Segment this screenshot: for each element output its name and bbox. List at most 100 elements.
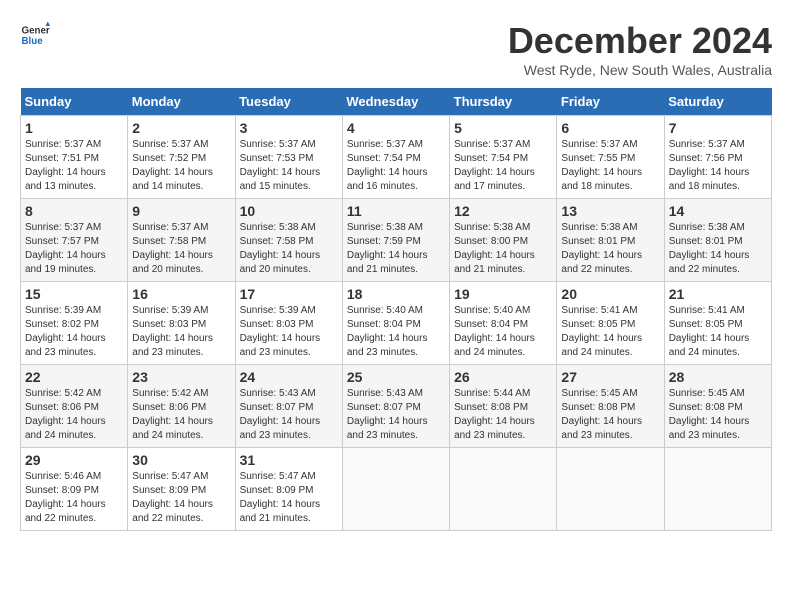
day-number: 3 bbox=[240, 120, 338, 136]
table-row: 2 Sunrise: 5:37 AM Sunset: 7:52 PM Daylig… bbox=[128, 116, 235, 199]
table-row bbox=[557, 448, 664, 531]
day-number: 10 bbox=[240, 203, 338, 219]
day-info: Sunrise: 5:42 AM Sunset: 8:06 PM Dayligh… bbox=[25, 387, 123, 443]
day-number: 18 bbox=[347, 286, 445, 302]
calendar-week-4: 22 Sunrise: 5:42 AM Sunset: 8:06 PM Dayli… bbox=[21, 365, 772, 448]
table-row: 24 Sunrise: 5:43 AM Sunset: 8:07 PM Dayli… bbox=[235, 365, 342, 448]
day-number: 22 bbox=[25, 369, 123, 385]
day-number: 6 bbox=[561, 120, 659, 136]
day-info: Sunrise: 5:37 AM Sunset: 7:51 PM Dayligh… bbox=[25, 138, 123, 194]
day-info: Sunrise: 5:44 AM Sunset: 8:08 PM Dayligh… bbox=[454, 387, 552, 443]
day-number: 1 bbox=[25, 120, 123, 136]
table-row: 28Sunrise: 5:45 AM Sunset: 8:08 PM Dayli… bbox=[664, 365, 771, 448]
table-row: 19 Sunrise: 5:40 AM Sunset: 8:04 PM Dayli… bbox=[450, 282, 557, 365]
table-row bbox=[342, 448, 449, 531]
table-row: 25 Sunrise: 5:43 AM Sunset: 8:07 PM Dayli… bbox=[342, 365, 449, 448]
table-row bbox=[450, 448, 557, 531]
day-number: 7 bbox=[669, 120, 767, 136]
svg-text:General: General bbox=[22, 26, 51, 37]
day-number: 20 bbox=[561, 286, 659, 302]
day-number: 26 bbox=[454, 369, 552, 385]
day-number: 9 bbox=[132, 203, 230, 219]
day-info: Sunrise: 5:41 AM Sunset: 8:05 PM Dayligh… bbox=[669, 304, 767, 360]
col-tuesday: Tuesday bbox=[235, 88, 342, 116]
table-row: 31 Sunrise: 5:47 AM Sunset: 8:09 PM Dayli… bbox=[235, 448, 342, 531]
day-number: 12 bbox=[454, 203, 552, 219]
day-info: Sunrise: 5:37 AM Sunset: 7:54 PM Dayligh… bbox=[347, 138, 445, 194]
day-info: Sunrise: 5:41 AM Sunset: 8:05 PM Dayligh… bbox=[561, 304, 659, 360]
logo-icon: General Blue bbox=[20, 20, 50, 50]
table-row: 4 Sunrise: 5:37 AM Sunset: 7:54 PM Daylig… bbox=[342, 116, 449, 199]
day-info: Sunrise: 5:38 AM Sunset: 8:01 PM Dayligh… bbox=[561, 221, 659, 277]
col-thursday: Thursday bbox=[450, 88, 557, 116]
col-sunday: Sunday bbox=[21, 88, 128, 116]
day-info: Sunrise: 5:38 AM Sunset: 8:01 PM Dayligh… bbox=[669, 221, 767, 277]
table-row: 15Sunrise: 5:39 AM Sunset: 8:02 PM Dayli… bbox=[21, 282, 128, 365]
day-number: 19 bbox=[454, 286, 552, 302]
day-info: Sunrise: 5:47 AM Sunset: 8:09 PM Dayligh… bbox=[132, 470, 230, 526]
logo: General Blue bbox=[20, 20, 50, 50]
table-row: 6Sunrise: 5:37 AM Sunset: 7:55 PM Daylig… bbox=[557, 116, 664, 199]
day-info: Sunrise: 5:38 AM Sunset: 8:00 PM Dayligh… bbox=[454, 221, 552, 277]
day-number: 11 bbox=[347, 203, 445, 219]
title-area: December 2024 West Ryde, New South Wales… bbox=[508, 20, 772, 78]
table-row: 23Sunrise: 5:42 AM Sunset: 8:06 PM Dayli… bbox=[128, 365, 235, 448]
day-info: Sunrise: 5:42 AM Sunset: 8:06 PM Dayligh… bbox=[132, 387, 230, 443]
table-row: 20 Sunrise: 5:41 AM Sunset: 8:05 PM Dayli… bbox=[557, 282, 664, 365]
table-row: 21 Sunrise: 5:41 AM Sunset: 8:05 PM Dayli… bbox=[664, 282, 771, 365]
table-row: 5 Sunrise: 5:37 AM Sunset: 7:54 PM Daylig… bbox=[450, 116, 557, 199]
table-row: 14 Sunrise: 5:38 AM Sunset: 8:01 PM Dayli… bbox=[664, 199, 771, 282]
calendar-table: Sunday Monday Tuesday Wednesday Thursday… bbox=[20, 88, 772, 531]
svg-text:Blue: Blue bbox=[22, 36, 44, 47]
col-friday: Friday bbox=[557, 88, 664, 116]
day-number: 29 bbox=[25, 452, 123, 468]
day-info: Sunrise: 5:40 AM Sunset: 8:04 PM Dayligh… bbox=[347, 304, 445, 360]
day-info: Sunrise: 5:43 AM Sunset: 8:07 PM Dayligh… bbox=[240, 387, 338, 443]
day-info: Sunrise: 5:39 AM Sunset: 8:02 PM Dayligh… bbox=[25, 304, 123, 360]
table-row: 16 Sunrise: 5:39 AM Sunset: 8:03 PM Dayli… bbox=[128, 282, 235, 365]
day-info: Sunrise: 5:47 AM Sunset: 8:09 PM Dayligh… bbox=[240, 470, 338, 526]
table-row: 7 Sunrise: 5:37 AM Sunset: 7:56 PM Daylig… bbox=[664, 116, 771, 199]
day-info: Sunrise: 5:37 AM Sunset: 7:54 PM Dayligh… bbox=[454, 138, 552, 194]
day-number: 24 bbox=[240, 369, 338, 385]
month-title: December 2024 bbox=[508, 20, 772, 62]
calendar-week-1: 1 Sunrise: 5:37 AM Sunset: 7:51 PM Daylig… bbox=[21, 116, 772, 199]
day-number: 13 bbox=[561, 203, 659, 219]
day-number: 30 bbox=[132, 452, 230, 468]
col-monday: Monday bbox=[128, 88, 235, 116]
location: West Ryde, New South Wales, Australia bbox=[508, 62, 772, 78]
col-saturday: Saturday bbox=[664, 88, 771, 116]
day-info: Sunrise: 5:37 AM Sunset: 7:58 PM Dayligh… bbox=[132, 221, 230, 277]
table-row: 29 Sunrise: 5:46 AM Sunset: 8:09 PM Dayli… bbox=[21, 448, 128, 531]
day-info: Sunrise: 5:39 AM Sunset: 8:03 PM Dayligh… bbox=[132, 304, 230, 360]
day-number: 25 bbox=[347, 369, 445, 385]
day-number: 16 bbox=[132, 286, 230, 302]
day-number: 27 bbox=[561, 369, 659, 385]
day-number: 5 bbox=[454, 120, 552, 136]
day-info: Sunrise: 5:46 AM Sunset: 8:09 PM Dayligh… bbox=[25, 470, 123, 526]
calendar-week-5: 29 Sunrise: 5:46 AM Sunset: 8:09 PM Dayli… bbox=[21, 448, 772, 531]
day-number: 14 bbox=[669, 203, 767, 219]
table-row bbox=[664, 448, 771, 531]
table-row: 11 Sunrise: 5:38 AM Sunset: 7:59 PM Dayli… bbox=[342, 199, 449, 282]
day-info: Sunrise: 5:37 AM Sunset: 7:56 PM Dayligh… bbox=[669, 138, 767, 194]
calendar-week-2: 8Sunrise: 5:37 AM Sunset: 7:57 PM Daylig… bbox=[21, 199, 772, 282]
table-row: 12 Sunrise: 5:38 AM Sunset: 8:00 PM Dayli… bbox=[450, 199, 557, 282]
day-number: 28 bbox=[669, 369, 767, 385]
day-info: Sunrise: 5:37 AM Sunset: 7:52 PM Dayligh… bbox=[132, 138, 230, 194]
table-row: 10Sunrise: 5:38 AM Sunset: 7:58 PM Dayli… bbox=[235, 199, 342, 282]
day-info: Sunrise: 5:38 AM Sunset: 7:59 PM Dayligh… bbox=[347, 221, 445, 277]
day-number: 31 bbox=[240, 452, 338, 468]
table-row: 3 Sunrise: 5:37 AM Sunset: 7:53 PM Daylig… bbox=[235, 116, 342, 199]
header: General Blue December 2024 West Ryde, Ne… bbox=[20, 20, 772, 78]
day-info: Sunrise: 5:37 AM Sunset: 7:53 PM Dayligh… bbox=[240, 138, 338, 194]
table-row: 17Sunrise: 5:39 AM Sunset: 8:03 PM Dayli… bbox=[235, 282, 342, 365]
day-number: 8 bbox=[25, 203, 123, 219]
day-number: 4 bbox=[347, 120, 445, 136]
day-info: Sunrise: 5:40 AM Sunset: 8:04 PM Dayligh… bbox=[454, 304, 552, 360]
day-info: Sunrise: 5:43 AM Sunset: 8:07 PM Dayligh… bbox=[347, 387, 445, 443]
day-number: 21 bbox=[669, 286, 767, 302]
table-row: 9 Sunrise: 5:37 AM Sunset: 7:58 PM Daylig… bbox=[128, 199, 235, 282]
day-number: 2 bbox=[132, 120, 230, 136]
header-row: Sunday Monday Tuesday Wednesday Thursday… bbox=[21, 88, 772, 116]
